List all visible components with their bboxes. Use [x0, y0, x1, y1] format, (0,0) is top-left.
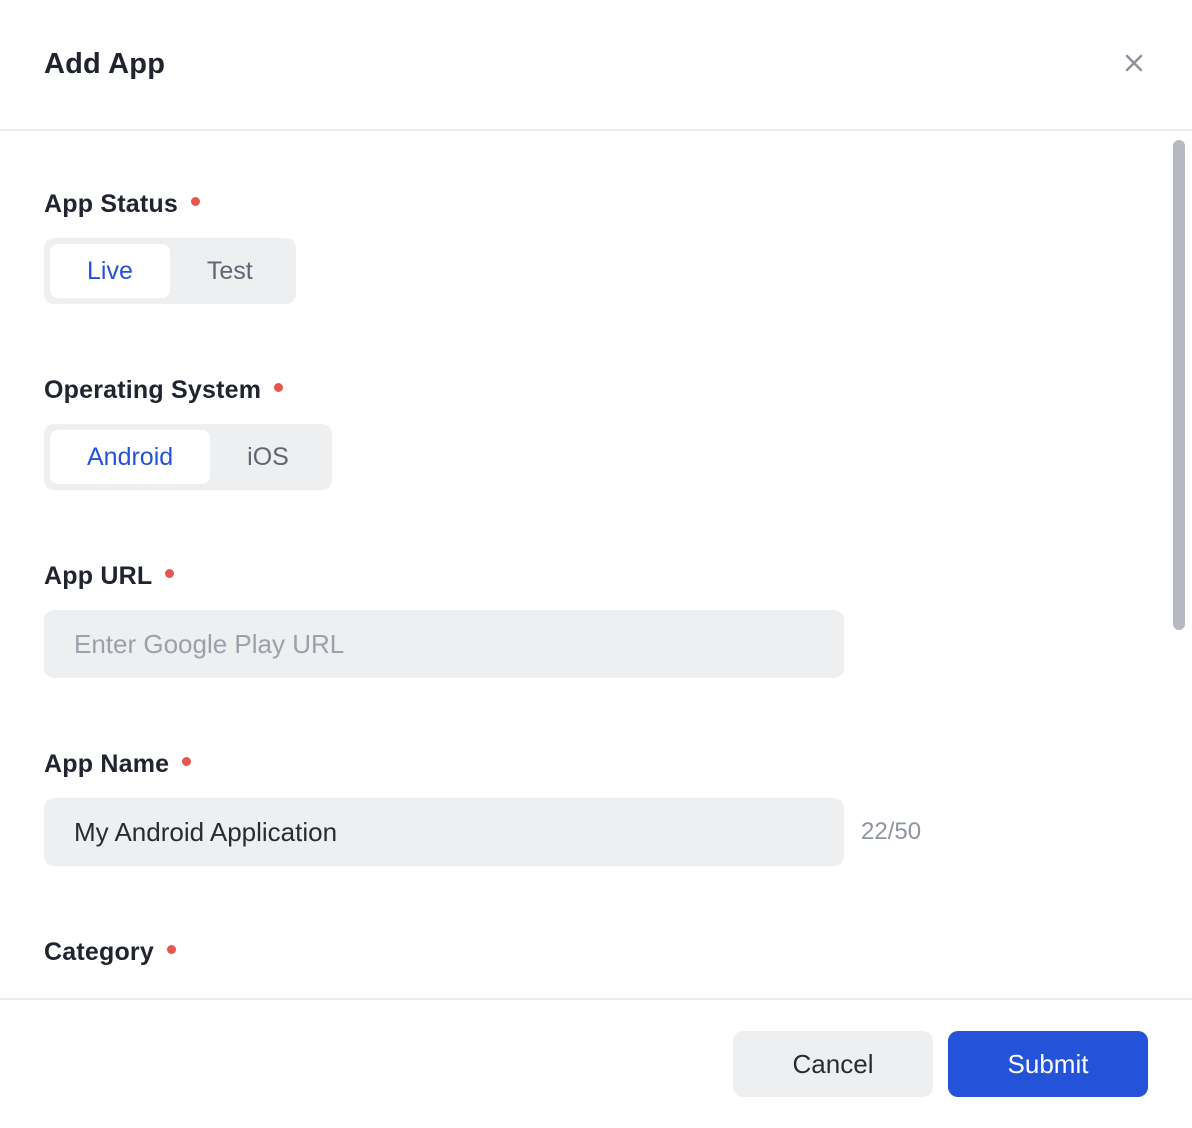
modal-body: App Status Live Test Operating System An… [0, 131, 1192, 998]
operating-system-label-row: Operating System [44, 375, 1148, 405]
required-dot [166, 945, 176, 954]
field-app-status: App Status Live Test [44, 189, 1148, 304]
app-url-input-row [44, 610, 1148, 678]
field-app-name: App Name 22/50 [44, 749, 1148, 866]
app-status-label-row: App Status [44, 189, 1148, 219]
field-category: Category [44, 937, 1148, 967]
app-name-label: App Name [44, 750, 170, 778]
close-icon [1119, 48, 1149, 81]
required-dot [165, 569, 175, 578]
operating-system-toggle: Android iOS [44, 424, 332, 490]
operating-system-label: Operating System [44, 376, 262, 404]
app-name-input[interactable] [44, 798, 844, 866]
field-app-url: App URL [44, 561, 1148, 678]
required-dot [182, 757, 192, 766]
scrollbar-thumb[interactable] [1173, 140, 1185, 630]
required-dot [190, 197, 200, 206]
modal-title: Add App [44, 48, 166, 80]
modal-footer: Cancel Submit [0, 998, 1192, 1128]
add-app-modal: Add App App Status Live Test Operating S… [0, 0, 1192, 1128]
category-label-row: Category [44, 937, 1148, 967]
app-status-option-test[interactable]: Test [170, 244, 290, 298]
app-url-input[interactable] [44, 610, 844, 678]
submit-button[interactable]: Submit [948, 1031, 1148, 1097]
os-option-ios[interactable]: iOS [210, 430, 326, 484]
os-option-android[interactable]: Android [50, 430, 211, 484]
app-name-label-row: App Name [44, 749, 1148, 779]
app-status-label: App Status [44, 190, 178, 218]
app-status-toggle: Live Test [44, 238, 296, 304]
app-name-input-row: 22/50 [44, 798, 1148, 866]
field-operating-system: Operating System Android iOS [44, 375, 1148, 490]
modal-header: Add App [0, 0, 1192, 131]
app-url-label-row: App URL [44, 561, 1148, 591]
app-status-option-live[interactable]: Live [50, 244, 170, 298]
cancel-button[interactable]: Cancel [733, 1031, 933, 1097]
char-counter: 22/50 [861, 818, 922, 845]
required-dot [274, 383, 284, 392]
app-url-label: App URL [44, 562, 153, 590]
category-label: Category [44, 938, 154, 966]
close-button[interactable] [1114, 45, 1154, 85]
